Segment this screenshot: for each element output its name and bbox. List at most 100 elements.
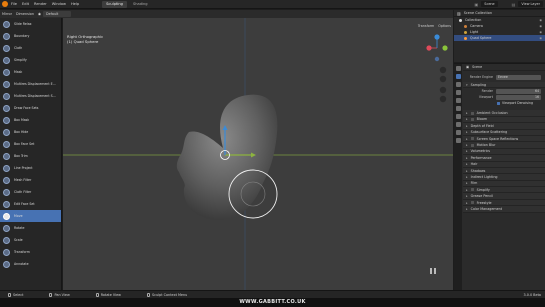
tab-shading[interactable]: Shading xyxy=(129,1,152,8)
panel-enable-checkbox[interactable] xyxy=(470,201,474,205)
tool-transform[interactable]: Transform xyxy=(0,246,61,258)
scene-selector[interactable]: Scene xyxy=(481,1,498,7)
tool-label: Box Mask xyxy=(14,118,30,122)
render-tab-icon[interactable] xyxy=(455,74,461,79)
chevron-right-icon: ▸ xyxy=(466,194,468,199)
scene-tab-icon[interactable] xyxy=(455,98,461,103)
scene-breadcrumb: ▣ Scene xyxy=(463,64,545,71)
visibility-eye-icon[interactable]: ◉ xyxy=(539,36,542,40)
menu-help[interactable]: Help xyxy=(71,2,79,6)
tool-tab-icon[interactable] xyxy=(455,66,461,71)
visibility-eye-icon[interactable]: ◉ xyxy=(539,30,542,34)
view-layer-name: View Layer xyxy=(521,2,540,6)
visibility-eye-icon[interactable]: ◉ xyxy=(539,18,542,22)
dimension-menu[interactable]: Dimension xyxy=(16,12,34,16)
outliner-item-quad-sphere[interactable]: Quad Sphere ◉ xyxy=(454,35,545,41)
tool-multires-displacement-s-icon xyxy=(3,92,10,100)
tool-draw-face-sets[interactable]: Draw Face Sets xyxy=(0,102,61,114)
tool-edit-face-set[interactable]: Edit Face Set xyxy=(0,198,61,210)
panel-label: Depth of Field xyxy=(470,123,494,128)
tab-sculpting[interactable]: Sculpting xyxy=(102,0,127,8)
output-tab-icon[interactable] xyxy=(455,82,461,87)
tool-label: Multires Displacement S... xyxy=(14,94,56,98)
tool-mask[interactable]: Mask xyxy=(0,66,61,78)
menu-render[interactable]: Render xyxy=(34,2,47,6)
mirror-menu[interactable]: Mirror xyxy=(2,12,12,16)
menu-edit[interactable]: Edit xyxy=(22,2,29,6)
nav-gizmo-y[interactable] xyxy=(442,45,448,51)
tool-cloth[interactable]: Cloth xyxy=(0,42,61,54)
visibility-eye-icon[interactable]: ◉ xyxy=(539,24,542,28)
tool-box-hide[interactable]: Box Hide xyxy=(0,126,61,138)
panel-enable-checkbox[interactable] xyxy=(470,143,474,147)
3d-viewport[interactable]: Right Orthographic (1) Quad Sphere Trans… xyxy=(63,18,453,290)
tool-rotate[interactable]: Rotate xyxy=(0,222,61,234)
render-samples-field[interactable]: 64 xyxy=(496,88,541,94)
panel-enable-checkbox[interactable] xyxy=(470,188,474,192)
panel-enable-checkbox[interactable] xyxy=(470,117,474,121)
render-engine-dropdown[interactable]: Eevee xyxy=(496,74,541,80)
outliner-items: Collection ◉ Camera ◉ Light ◉ Quad Sphere ◉ xyxy=(454,17,545,41)
view-layer-selector[interactable]: View Layer xyxy=(518,1,543,7)
outliner-item-label: Quad Sphere xyxy=(470,36,492,40)
tool-mesh-filter[interactable]: Mesh Filter xyxy=(0,174,61,186)
tool-multires-displacement-e[interactable]: Multires Displacement E... xyxy=(0,78,61,90)
properties-tabs xyxy=(454,64,462,291)
panel-color-management[interactable]: ▸ Color Management xyxy=(463,206,545,213)
world-tab-icon[interactable] xyxy=(455,106,461,111)
zoom-icon[interactable] xyxy=(439,66,447,74)
tool-label: Mask xyxy=(14,70,23,74)
viewport-header: Mirror Dimension ◉ Default xyxy=(0,10,453,18)
tool-multires-displacement-e-icon xyxy=(3,80,10,88)
pan-hand-icon[interactable] xyxy=(439,75,447,83)
physics-tab-icon[interactable] xyxy=(455,130,461,135)
tool-line-project[interactable]: Line Project xyxy=(0,162,61,174)
viewport-samples-field[interactable]: 16 xyxy=(496,94,541,100)
tool-multires-displacement-s[interactable]: Multires Displacement S... xyxy=(0,90,61,102)
nav-gizmo-z[interactable] xyxy=(434,34,440,40)
tool-box-face-set[interactable]: Box Face Set xyxy=(0,138,61,150)
panel-label: Screen Space Reflections xyxy=(476,136,519,141)
tool-boundary[interactable]: Boundary xyxy=(0,30,61,42)
status-hint-select: Select xyxy=(8,292,23,297)
panel-enable-checkbox[interactable] xyxy=(470,137,474,141)
tool-line-project-icon xyxy=(3,164,10,172)
tool-scale[interactable]: Scale xyxy=(0,234,61,246)
chevron-down-icon: ▾ xyxy=(466,82,468,87)
blender-logo-icon[interactable] xyxy=(2,1,8,7)
camera-view-icon[interactable] xyxy=(439,86,447,94)
ortho-toggle-icon[interactable] xyxy=(439,95,447,103)
tool-annotate-icon xyxy=(3,260,10,268)
chevron-right-icon: ▸ xyxy=(466,155,468,160)
tool-box-mask[interactable]: Box Mask xyxy=(0,114,61,126)
chevron-right-icon: ▸ xyxy=(466,162,468,167)
tool-cloth-filter[interactable]: Cloth Filter xyxy=(0,186,61,198)
tool-slide-relax[interactable]: Slide Relax xyxy=(0,18,61,30)
mask-overlay-icon-right[interactable] xyxy=(434,268,436,274)
material-tab-icon[interactable] xyxy=(455,138,461,143)
object-tab-icon[interactable] xyxy=(455,114,461,119)
modifier-tab-icon[interactable] xyxy=(455,122,461,127)
mask-overlay-icon-left[interactable] xyxy=(430,268,432,274)
panel-enable-checkbox[interactable] xyxy=(470,111,474,115)
panel-label: Hair xyxy=(470,162,478,167)
brush-selector[interactable]: Default xyxy=(43,11,71,17)
chevron-right-icon: ▸ xyxy=(466,168,468,173)
tool-label: Cloth Filter xyxy=(14,190,32,194)
tool-annotate[interactable]: Annotate xyxy=(0,258,61,270)
viewport-denoising-checkbox[interactable] xyxy=(497,101,500,105)
tool-move[interactable]: Move xyxy=(0,210,61,222)
menu-window[interactable]: Window xyxy=(52,2,66,6)
tool-simplify[interactable]: Simplify xyxy=(0,54,61,66)
options-menu[interactable]: Options xyxy=(438,24,451,28)
nav-gizmo-x[interactable] xyxy=(426,45,432,51)
viewport-canvas xyxy=(63,18,453,290)
tool-box-mask-icon xyxy=(3,116,10,124)
top-menu-bar: File Edit Render Window Help Sculpting Shadin… xyxy=(0,0,545,9)
tool-box-trim[interactable]: Box Trim xyxy=(0,150,61,162)
status-hint-label: Rotate View xyxy=(100,292,121,297)
menu-file[interactable]: File xyxy=(11,2,17,6)
transform-menu[interactable]: Transform xyxy=(418,24,434,28)
view-layer-tab-icon[interactable] xyxy=(455,90,461,95)
nav-gizmo-neg-z[interactable] xyxy=(434,56,440,62)
